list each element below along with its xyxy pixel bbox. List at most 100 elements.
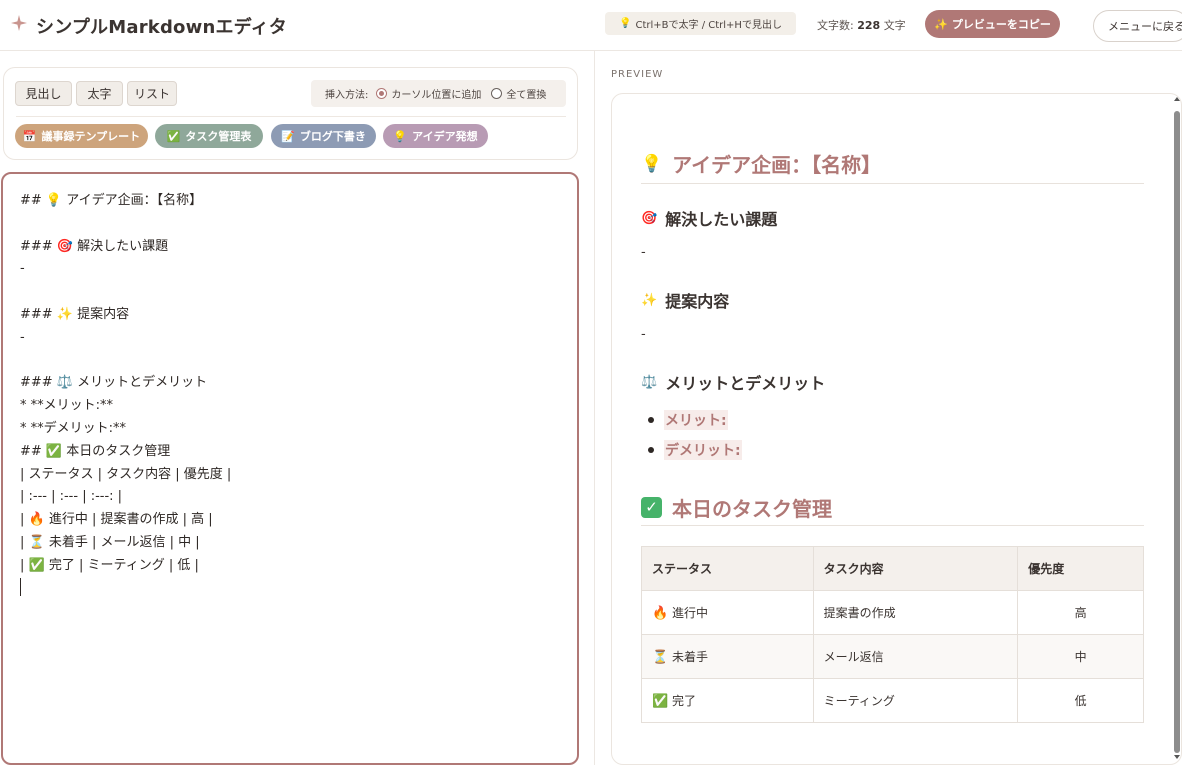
table-cell-task: 提案書の作成 <box>812 590 1019 635</box>
markdown-editor[interactable]: ## 💡 アイデア企画：【名称】 ### 🎯 解決したい課題 - ### ✨ 提… <box>1 172 579 765</box>
toolbar: 見出し 太字 リスト 挿入方法: カーソル位置に追加 全て置換 📅 議事録テンプ… <box>3 67 578 160</box>
list-button[interactable]: リスト <box>127 81 177 106</box>
table-cell-status: ⏳ 未着手 <box>641 634 814 679</box>
editor-line: - <box>20 329 25 345</box>
scroll-down-icon[interactable] <box>1174 755 1180 759</box>
table-header-task: タスク内容 <box>812 546 1019 591</box>
lightbulb-icon: 💡 <box>619 18 632 29</box>
table-cell-priority: 中 <box>1017 634 1144 679</box>
template-tasks-button[interactable]: ✅ タスク管理表 <box>155 124 263 148</box>
check-mark-icon: ✓ <box>641 497 662 518</box>
scales-icon: ⚖️ <box>641 374 658 390</box>
table-cell-task: ミーティング <box>812 678 1019 723</box>
editor-line: ## ✅ 本日のタスク管理 <box>20 443 171 459</box>
preview-scrollbar[interactable] <box>1172 95 1182 765</box>
insert-mode-replace-label: 全て置換 <box>506 90 547 101</box>
list-item: デメリット: <box>648 440 742 460</box>
table-cell-task: メール返信 <box>812 634 1019 679</box>
editor-line: * **デメリット:** <box>20 420 127 436</box>
preview-heading-idea: 💡 アイデア企画：【名称】 <box>641 149 881 178</box>
editor-line: | ⏳ 未着手 | メール返信 | 中 | <box>20 534 200 550</box>
editor-line: | ✅ 完了 | ミーティング | 低 | <box>20 557 199 573</box>
sparkle-icon <box>11 15 27 31</box>
char-count-label: 文字数: <box>817 19 854 32</box>
insert-mode-cursor-label: カーソル位置に追加 <box>391 90 482 101</box>
char-count: 文字数: 228 文字 <box>817 17 906 33</box>
preview-heading-merit-text: メリットとデメリット <box>665 374 826 393</box>
copy-preview-button[interactable]: ✨ プレビューをコピー <box>925 10 1060 38</box>
preview-heading-idea-text: アイデア企画：【名称】 <box>672 153 882 177</box>
target-icon: 🎯 <box>641 210 658 226</box>
toolbar-divider <box>16 116 566 117</box>
radio-selected-icon[interactable] <box>376 88 388 99</box>
table-cell-priority: 低 <box>1017 678 1144 723</box>
char-count-unit: 文字 <box>883 19 906 32</box>
template-tasks-label: タスク管理表 <box>185 130 252 143</box>
scroll-thumb[interactable] <box>1174 111 1180 753</box>
editor-line: ### ⚖️ メリットとデメリット <box>20 375 208 391</box>
list-item: メリット: <box>648 410 728 430</box>
preview-heading-problem: 🎯 解決したい課題 <box>641 206 777 230</box>
preview-proposal-text: - <box>641 327 646 342</box>
editor-line: | :--- | :--- | :---: | <box>20 489 123 505</box>
editor-line: ### ✨ 提案内容 <box>20 306 130 322</box>
preview-label: PREVIEW <box>611 69 664 80</box>
memo-icon: 📝 <box>281 129 295 143</box>
lightbulb-icon: 💡 <box>393 129 408 143</box>
table-row: ✅ 完了 ミーティング 低 <box>641 678 1144 723</box>
preview-heading-proposal: ✨ 提案内容 <box>641 288 729 312</box>
heading-rule <box>641 525 1144 526</box>
preview-heading-merit: ⚖️ メリットとデメリット <box>641 370 825 394</box>
app-title: シンプルMarkdownエディタ <box>36 17 287 38</box>
text-cursor <box>20 578 21 596</box>
template-minutes-button[interactable]: 📅 議事録テンプレート <box>15 124 148 148</box>
bullet-icon <box>648 447 654 453</box>
table-header-status: ステータス <box>641 546 814 591</box>
check-mark-icon: ✅ <box>652 694 669 709</box>
editor-line: ### 🎯 解決したい課題 <box>20 238 169 254</box>
sparkles-icon: ✨ <box>641 292 658 308</box>
insert-mode-replace-radio[interactable]: 全て置換 <box>491 86 546 101</box>
copy-preview-label: プレビューをコピー <box>951 18 1051 31</box>
preview-heading-proposal-text: 提案内容 <box>665 292 730 311</box>
heading-rule <box>641 183 1144 184</box>
insert-mode-label: 挿入方法: <box>325 90 369 101</box>
editor-line: ## 💡 アイデア企画：【名称】 <box>20 193 203 208</box>
bullet-icon <box>648 417 654 423</box>
radio-unselected-icon[interactable] <box>491 88 503 99</box>
editor-content[interactable]: ## 💡 アイデア企画：【名称】 ### 🎯 解決したい課題 - ### ✨ 提… <box>20 190 231 600</box>
editor-line: - <box>20 261 25 277</box>
hourglass-icon: ⏳ <box>652 650 669 665</box>
insert-mode-group: 挿入方法: カーソル位置に追加 全て置換 <box>311 80 566 107</box>
checkbox-icon: ✅ <box>166 129 181 143</box>
sparkles-icon: ✨ <box>934 17 948 31</box>
table-cell-priority: 高 <box>1017 590 1144 635</box>
template-blog-label: ブログ下書き <box>299 130 366 143</box>
template-idea-button[interactable]: 💡 アイデア発想 <box>383 124 488 148</box>
preview-heading-task-text: 本日のタスク管理 <box>672 497 832 521</box>
editor-line: * **メリット:** <box>20 398 114 414</box>
template-blog-button[interactable]: 📝 ブログ下書き <box>271 124 376 148</box>
insert-mode-cursor-radio[interactable]: カーソル位置に追加 <box>376 86 481 101</box>
bold-button[interactable]: 太字 <box>76 81 123 106</box>
scroll-up-icon[interactable] <box>1174 97 1180 101</box>
back-to-menu-button[interactable]: メニューに戻る <box>1093 10 1182 42</box>
list-item-text: メリット: <box>664 410 728 430</box>
editor-line: | 🔥 進行中 | 提案書の作成 | 高 | <box>20 512 213 528</box>
preview-heading-problem-text: 解決したい課題 <box>665 210 778 229</box>
table-header-priority: 優先度 <box>1017 546 1144 591</box>
preview-problem-text: - <box>641 245 646 260</box>
table-header-row: ステータス タスク内容 優先度 <box>641 546 1144 591</box>
shortcut-hint-text: Ctrl+Bで太字 / Ctrl+Hで見出し <box>635 20 782 31</box>
preview-heading-task: ✓ 本日のタスク管理 <box>641 493 832 522</box>
pane-divider <box>594 51 595 765</box>
table-row: 🔥 進行中 提案書の作成 高 <box>641 590 1144 635</box>
char-count-value: 228 <box>857 19 881 32</box>
template-minutes-label: 議事録テンプレート <box>41 130 141 143</box>
status-text: 進行中 <box>672 606 709 620</box>
heading-button[interactable]: 見出し <box>15 81 72 106</box>
editor-line: | ステータス | タスク内容 | 優先度 | <box>20 466 232 482</box>
